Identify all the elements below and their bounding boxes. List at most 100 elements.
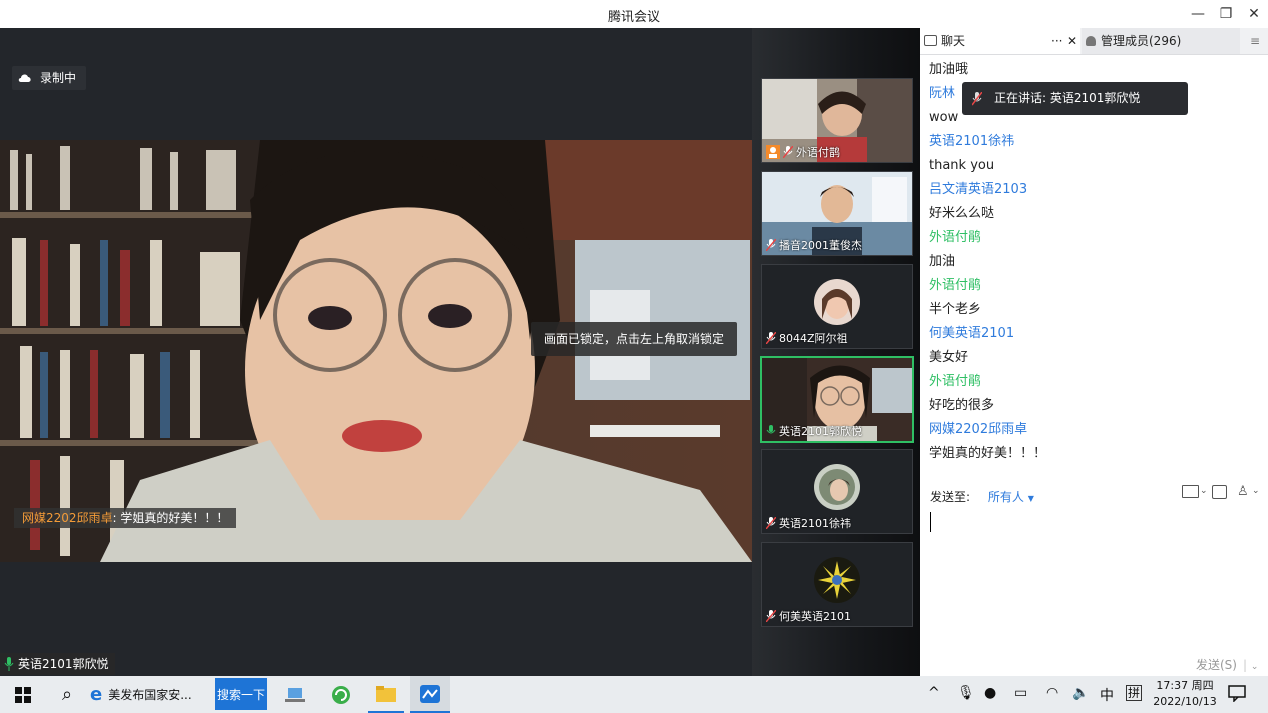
participant-name: 英语2101徐祎 [779, 517, 851, 530]
cloud-icon [18, 74, 31, 82]
browser-tab-label: 美发布国家安... [108, 688, 192, 702]
recording-badge[interactable]: 录制中 [12, 66, 87, 90]
participant-name: 播音2001董俊杰 [779, 239, 862, 252]
avatar [814, 557, 860, 603]
tab-chat-label: 聊天 [941, 34, 966, 48]
chat-message-text: 加油哦 [929, 62, 969, 77]
battery-icon[interactable]: ▭ [1014, 685, 1027, 701]
chevron-down-icon: ⌄ [1250, 662, 1259, 672]
danmu-message: 网媒2202邱雨卓: 学姐真的好美！！！ [14, 508, 237, 528]
participant-tile[interactable]: 播音2001董俊杰 [761, 171, 913, 256]
mic-muted-icon [766, 610, 776, 622]
laptop-app-icon[interactable] [280, 676, 310, 713]
chat-message-sender: 外语付鹃 [929, 374, 982, 389]
volume-icon[interactable]: 🔈 [1072, 685, 1089, 701]
show-hidden-icons-icon[interactable]: ^ [928, 685, 940, 701]
browser-e-icon: e [90, 684, 103, 705]
clock[interactable]: 17:37 周四 2022/10/13 [1152, 678, 1218, 710]
main-video-area[interactable]: 录制中 画面已锁定，点击左上角取消锁定 网媒2202邱雨卓: 学姐真的好美！！！… [0, 28, 752, 676]
tab-members-label: 管理成员(296) [1101, 34, 1182, 48]
mic-muted-icon [972, 91, 982, 105]
more-options-icon[interactable]: ··· [1051, 28, 1062, 54]
message-input[interactable] [920, 506, 1268, 646]
participant-name: 何美英语2101 [779, 610, 851, 623]
recipient-value: 所有人 [987, 490, 1024, 504]
chat-message-text: 加油 [929, 254, 956, 269]
file-explorer-icon[interactable] [368, 676, 404, 713]
participant-label: 何美英语2101 [766, 608, 851, 624]
user-settings-icon[interactable]: ♙ [1237, 484, 1249, 499]
refresh-app-icon[interactable] [326, 676, 356, 713]
participant-tile[interactable]: 外语付鹊 [761, 78, 913, 163]
menu-icon[interactable]: ≡ [1244, 28, 1266, 54]
notification-icon[interactable] [1228, 684, 1246, 706]
participant-label: 8044Z阿尔祖 [766, 330, 848, 346]
chevron-down-icon[interactable]: ⌄ [1252, 486, 1260, 496]
chat-message-text: thank you [929, 158, 995, 173]
speaker-name: 英语2101郭欣悦 [18, 657, 109, 671]
tencent-meeting-taskbar-icon[interactable] [410, 676, 450, 713]
chat-message-list[interactable]: 加油哦 阮林 wow 英语2101徐祎 thank you 吕文清英语2103 好米么么哒外… [929, 58, 1249, 466]
tab-chat[interactable]: 聊天 ··· ✕ [920, 28, 1080, 54]
participant-tile[interactable]: 何美英语2101 [761, 542, 913, 627]
participant-tile[interactable]: 英语2101徐祎 [761, 449, 913, 534]
chat-message-sender: 外语付鹃 [929, 278, 982, 293]
mic-muted-icon [766, 517, 776, 529]
mic-on-icon [4, 657, 14, 671]
participant-name: 外语付鹊 [796, 146, 840, 159]
browser-taskbar-item[interactable]: e 美发布国家安... [90, 676, 208, 713]
tab-members[interactable]: 管理成员(296) [1082, 28, 1240, 54]
avatar [814, 464, 860, 510]
ime-mode[interactable]: 拼 [1126, 685, 1143, 701]
recording-label: 录制中 [40, 71, 77, 85]
close-panel-icon[interactable]: ✕ [1067, 28, 1077, 54]
ime-language[interactable]: 中 [1100, 685, 1114, 705]
speaking-tooltip: 正在讲话: 英语2101郭欣悦 [962, 82, 1188, 115]
participant-name: 8044Z阿尔祖 [779, 332, 848, 345]
chat-message-sender: 英语2101徐祎 [929, 134, 1015, 149]
mic-muted-icon [766, 239, 776, 251]
wifi-icon[interactable]: ◠ [1046, 685, 1058, 701]
danmu-sender: 网媒2202邱雨卓 [22, 511, 113, 525]
participant-tile[interactable]: 8044Z阿尔祖 [761, 264, 913, 349]
mic-on-icon [766, 425, 776, 434]
chat-message-sender: 吕文清英语2103 [929, 182, 1028, 197]
send-to-row: 发送至: 所有人 ▼ [930, 488, 1034, 505]
lock-tip-toast[interactable]: 画面已锁定，点击左上角取消锁定 [531, 322, 737, 356]
folder-icon[interactable] [1182, 485, 1199, 498]
chat-message-text: 学姐真的好美！！！ [929, 446, 1047, 461]
person-icon [1086, 36, 1096, 46]
speaking-label: 正在讲话: 英语2101郭欣悦 [994, 91, 1141, 105]
recipient-dropdown[interactable]: 所有人 ▼ [988, 490, 1034, 504]
search-button[interactable]: 搜索一下 [215, 678, 267, 710]
windows-taskbar: ⌕ e 美发布国家安... 搜索一下 ^ 🎙 ● ▭ ◠ 🔈 中 拼 17:37… [0, 676, 1268, 713]
participant-label: 外语付鹊 [766, 144, 840, 160]
clock-time: 17:37 周四 [1156, 679, 1214, 692]
participant-label: 播音2001董俊杰 [766, 237, 862, 253]
chat-message-text: 好吃的很多 [929, 398, 995, 413]
participant-tile-active[interactable]: 英语2101郭欣悦 [760, 356, 914, 443]
search-icon[interactable]: ⌕ [52, 676, 82, 713]
windows-start-icon[interactable] [8, 676, 38, 713]
send-button-label: 发送(S) [1196, 658, 1237, 672]
chat-message-sender: 外语付鹃 [929, 230, 982, 245]
avatar [814, 279, 860, 325]
close-button[interactable]: ✕ [1244, 4, 1264, 24]
chevron-down-icon[interactable]: ⌄ [1200, 486, 1208, 496]
screenshot-icon[interactable] [1212, 485, 1227, 499]
microphone-tray-icon[interactable]: 🎙 [957, 685, 975, 701]
panel-tabs: 聊天 ··· ✕ 管理成员(296) ≡ [920, 28, 1268, 55]
app-tray-icon[interactable]: ● [984, 685, 996, 701]
chat-message-sender: 网媒2202邱雨卓 [929, 422, 1028, 437]
speaker-nameplate: 英语2101郭欣悦 [0, 653, 115, 675]
send-button[interactable]: 发送(S) | ⌄ [1196, 656, 1258, 673]
maximize-button[interactable]: ❐ [1216, 4, 1236, 24]
participant-strip: 外语付鹊 播音2001董俊杰 8044Z阿尔祖 英语2101郭欣悦 英语2101… [752, 28, 920, 676]
mic-muted-icon [783, 146, 793, 158]
window-title: 腾讯会议 [607, 10, 660, 25]
participant-name: 英语2101郭欣悦 [779, 425, 862, 438]
caret-down-icon: ▼ [1027, 494, 1034, 503]
minimize-button[interactable]: — [1188, 4, 1208, 24]
participant-label: 英语2101徐祎 [766, 515, 851, 531]
chat-message-text: 美女好 [929, 350, 969, 365]
